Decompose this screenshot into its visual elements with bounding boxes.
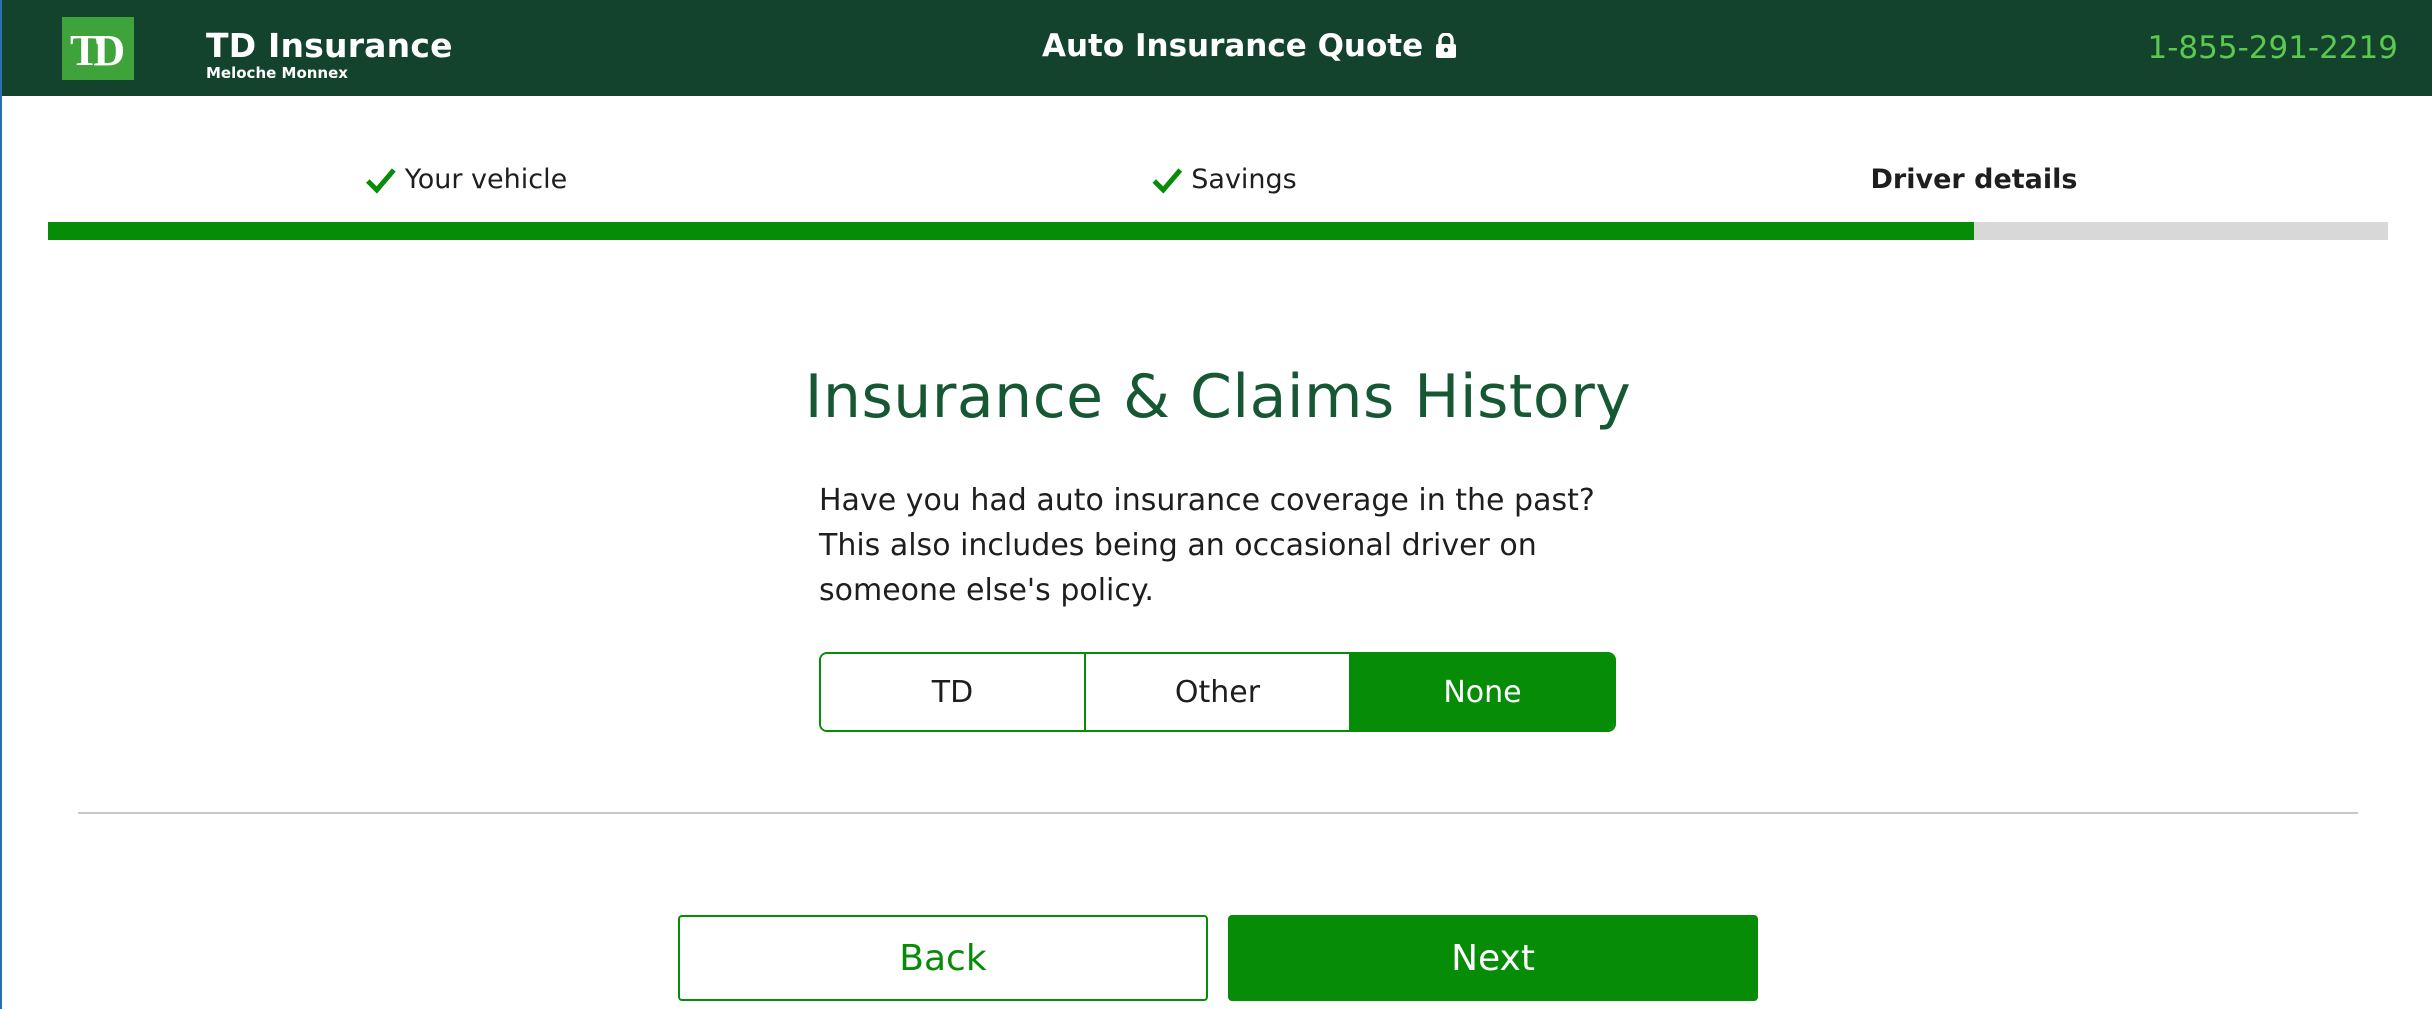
lock-icon <box>1435 33 1457 59</box>
checkmark-icon <box>1151 166 1183 194</box>
app-title-text: Auto Insurance Quote <box>1042 28 1424 64</box>
progress-bar-fill <box>48 222 1974 240</box>
brand-subtitle: Meloche Monnex <box>206 64 348 82</box>
phone-number[interactable]: 1-855-291-2219 <box>2147 30 2398 66</box>
svg-text:TD: TD <box>70 26 123 75</box>
step-label: Savings <box>1191 164 1297 195</box>
back-button[interactable]: Back <box>678 915 1208 1001</box>
progress-bar <box>48 222 2388 240</box>
step-your-vehicle: Your vehicle <box>365 164 567 195</box>
app-title: Auto Insurance Quote <box>1042 28 1457 64</box>
step-driver-details: Driver details <box>1871 164 2078 195</box>
step-label: Driver details <box>1870 164 2078 195</box>
top-header: TD TD Insurance Meloche Monnex Auto Insu… <box>2 0 2432 96</box>
checkmark-icon <box>365 166 397 194</box>
step-savings: Savings <box>1151 164 1297 195</box>
next-button[interactable]: Next <box>1228 915 1758 1001</box>
page-title: Insurance & Claims History <box>804 362 1632 433</box>
option-other-button[interactable]: Other <box>1086 654 1351 730</box>
step-label: Your vehicle <box>404 164 568 195</box>
coverage-history-selector: TD Other None <box>819 652 1616 732</box>
brand-name: TD Insurance <box>206 26 453 65</box>
question-text: Have you had auto insurance coverage in … <box>819 483 1595 608</box>
td-logo[interactable]: TD <box>62 17 134 80</box>
divider <box>78 812 2358 814</box>
option-none-button[interactable]: None <box>1351 654 1614 730</box>
option-td-button[interactable]: TD <box>821 654 1086 730</box>
td-logo-icon: TD <box>70 26 129 75</box>
